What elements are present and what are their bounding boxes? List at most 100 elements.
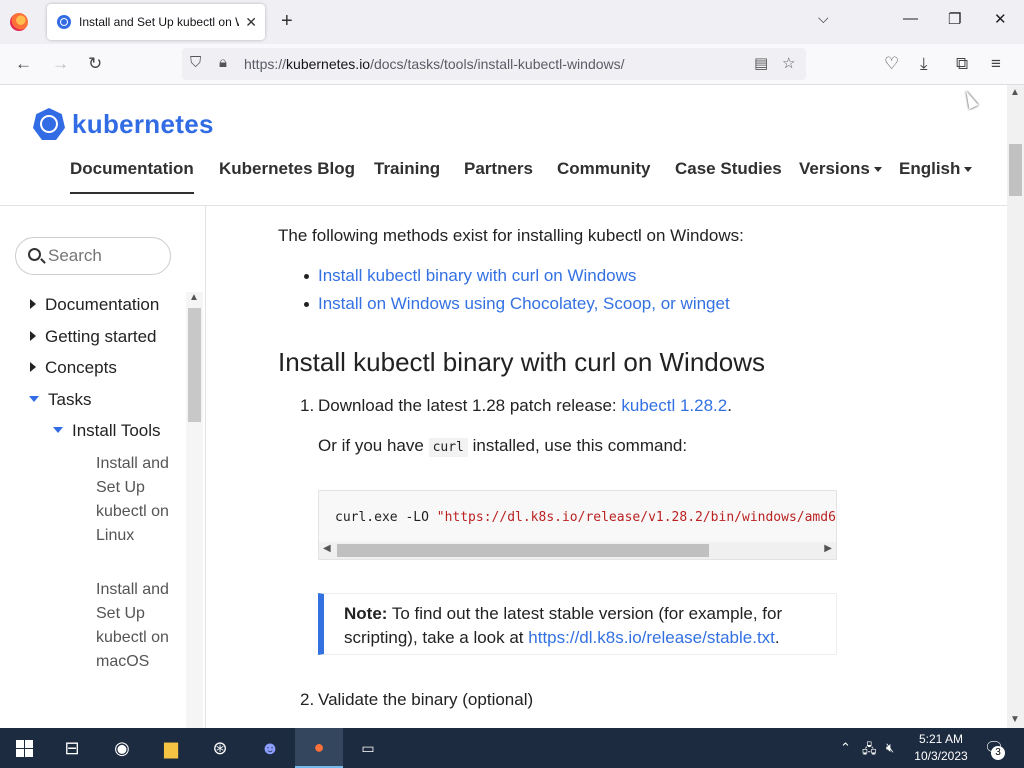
collapse-arrow-icon (53, 427, 63, 433)
inline-code-curl: curl (428, 438, 468, 457)
tab-title: Install and Set Up kubectl on Wi (79, 15, 240, 29)
forward-icon[interactable]: → (52, 54, 69, 74)
nav-partners[interactable]: Partners (464, 159, 533, 179)
reload-icon[interactable]: ↻ (88, 54, 102, 74)
page-scroll-up-icon[interactable]: ▲ (1010, 87, 1020, 98)
sidebar-item-label: Install Tools (72, 421, 161, 440)
expand-arrow-icon (30, 299, 36, 309)
taskbar-app-discord[interactable]: ☻ (246, 728, 294, 768)
hamburger-menu-icon[interactable]: ≡ (991, 54, 1001, 74)
minimize-icon[interactable]: — (903, 10, 918, 27)
sidebar-item-install-tools[interactable]: Install Tools (53, 421, 161, 441)
folder-icon: ▆ (164, 737, 178, 758)
bookmark-star-icon[interactable]: ☆ (782, 54, 795, 72)
link-install-chocolatey-scoop-winget[interactable]: Install on Windows using Chocolatey, Sco… (304, 294, 730, 314)
link-install-with-curl[interactable]: Install kubectl binary with curl on Wind… (303, 266, 636, 286)
sidebar-item-label: Tasks (48, 390, 92, 409)
sidebar-search[interactable] (15, 237, 171, 275)
step2-text: Validate the binary (optional) (318, 690, 534, 709)
link-kubectl-release[interactable]: kubectl 1.28.2 (621, 396, 727, 415)
volume-muted-icon[interactable]: 🔇︎ (886, 740, 894, 756)
url-text[interactable]: https://kubernetes.io/docs/tasks/tools/i… (244, 56, 625, 72)
code-block[interactable]: curl.exe -LO "https://dl.k8s.io/release/… (318, 490, 837, 560)
sidebar-item-label: Concepts (45, 358, 117, 377)
nav-documentation[interactable]: Documentation (70, 159, 194, 194)
new-tab-icon[interactable]: + (281, 10, 293, 33)
nav-training[interactable]: Training (374, 159, 440, 179)
nav-case-studies[interactable]: Case Studies (675, 159, 782, 179)
extensions-icon[interactable]: ⧉ (956, 54, 968, 74)
code-command: curl.exe -LO "https://dl.k8s.io/release/… (335, 510, 836, 525)
url-bar[interactable]: ⛉ 🔒︎ https://kubernetes.io/docs/tasks/to… (182, 48, 806, 80)
taskbar-app-obs[interactable]: ◉ (98, 728, 146, 768)
search-icon (28, 248, 41, 261)
firefox-icon: ● (313, 736, 325, 757)
curl-instruction-after: installed, use this command: (467, 436, 688, 455)
scroll-left-arrow-icon[interactable]: ◀ (323, 543, 331, 554)
code-cmd: curl.exe -LO (335, 510, 437, 525)
taskbar-app-firefox[interactable]: ● (295, 728, 343, 768)
start-button[interactable] (0, 728, 48, 768)
sidebar-item-getting-started[interactable]: Getting started (30, 327, 157, 347)
sidebar-scrollbar-thumb[interactable] (188, 308, 201, 422)
back-icon[interactable]: ← (15, 54, 32, 74)
nav-kubernetes-blog[interactable]: Kubernetes Blog (219, 159, 355, 179)
list-all-tabs-icon[interactable]: ⌵ (818, 10, 829, 27)
note-text: Note: To find out the latest stable vers… (344, 604, 783, 647)
clock-date: 10/3/2023 (914, 749, 968, 763)
code-horizontal-scrollbar[interactable]: ◀ ▶ (319, 542, 836, 559)
downloads-icon[interactable]: ⤓ (920, 54, 928, 74)
taskbar-app-file-explorer[interactable]: ▆ (147, 728, 195, 768)
sidebar-item-tasks[interactable]: Tasks (29, 390, 91, 410)
sidebar-item-concepts[interactable]: Concepts (30, 358, 117, 378)
sidebar-item-label: Documentation (45, 295, 160, 314)
nav-versions-dropdown[interactable]: Versions (799, 159, 882, 179)
tracking-protection-shield-icon[interactable]: ⛉ (190, 54, 201, 71)
sidebar-item-documentation[interactable]: Documentation (30, 295, 159, 315)
browser-tab-active[interactable]: Install and Set Up kubectl on Wi ✕ (47, 4, 265, 40)
page-scrollbar-thumb[interactable] (1009, 144, 1022, 196)
step1-text: Download the latest 1.28 patch release: … (318, 396, 732, 415)
code-url-string: "https://dl.k8s.io/release/v1.28.2/bin/w… (436, 510, 836, 525)
site-logo-text[interactable]: kubernetes (72, 109, 214, 140)
network-icon[interactable]: 🖧︎ (862, 740, 877, 762)
restore-icon[interactable]: ❐ (948, 10, 961, 28)
taskbar-app-terminal[interactable]: ▭ (344, 728, 392, 768)
nav-community[interactable]: Community (557, 159, 651, 179)
scroll-up-arrow-icon[interactable]: ▲ (189, 292, 199, 303)
page-scroll-down-icon[interactable]: ▼ (1010, 714, 1020, 725)
notification-count-badge: 3 (991, 746, 1005, 760)
docs-sidebar: Documentation Getting started Concepts T… (0, 206, 206, 728)
steam-icon: ⊛ (212, 737, 228, 758)
close-window-icon[interactable]: ✕ (994, 10, 1007, 28)
terminal-icon: ▭ (361, 739, 375, 756)
pocket-icon[interactable]: ♡ (884, 54, 899, 74)
expand-arrow-icon (30, 362, 36, 372)
link-stable-txt[interactable]: https://dl.k8s.io/release/stable.txt (528, 628, 775, 647)
show-hidden-icons-chevron-icon[interactable]: ⌃ (840, 740, 851, 756)
windows-logo-icon (15, 739, 33, 757)
sidebar-item-install-kubectl-linux[interactable]: Install and Set Up kubectl on Linux (96, 452, 176, 548)
collapse-arrow-icon (29, 396, 39, 402)
close-tab-icon[interactable]: ✕ (245, 14, 257, 31)
task-view-icon: ⊟ (64, 737, 80, 758)
reader-view-icon[interactable]: ▤ (754, 54, 768, 72)
kubernetes-wheel-icon (40, 115, 58, 133)
discord-icon: ☻ (260, 737, 280, 758)
sidebar-item-label: Getting started (45, 327, 157, 346)
taskbar-clock[interactable]: 5:21 AM 10/3/2023 (912, 731, 970, 765)
windows-taskbar: ⊟ ◉ ▆ ⊛ ☻ ● ▭ ⌃ 🖧︎ 🔇︎ 5:21 AM 10/3/2023 … (0, 728, 1024, 768)
scroll-right-arrow-icon[interactable]: ▶ (824, 543, 832, 554)
nav-language-dropdown[interactable]: English (899, 159, 972, 179)
kubernetes-favicon-icon (57, 15, 71, 29)
lock-icon[interactable]: 🔒︎ (219, 54, 227, 71)
code-scrollbar-thumb[interactable] (337, 544, 709, 557)
sidebar-item-install-kubectl-macos[interactable]: Install and Set Up kubectl on macOS (96, 578, 176, 674)
search-input[interactable] (48, 246, 163, 266)
firefox-menu-icon[interactable] (10, 13, 28, 31)
obs-icon: ◉ (114, 737, 130, 758)
task-view-button[interactable]: ⊟ (48, 728, 96, 768)
step-number: 1. (300, 396, 315, 415)
taskbar-app-steam[interactable]: ⊛ (196, 728, 244, 768)
note-label: Note: (344, 604, 388, 623)
